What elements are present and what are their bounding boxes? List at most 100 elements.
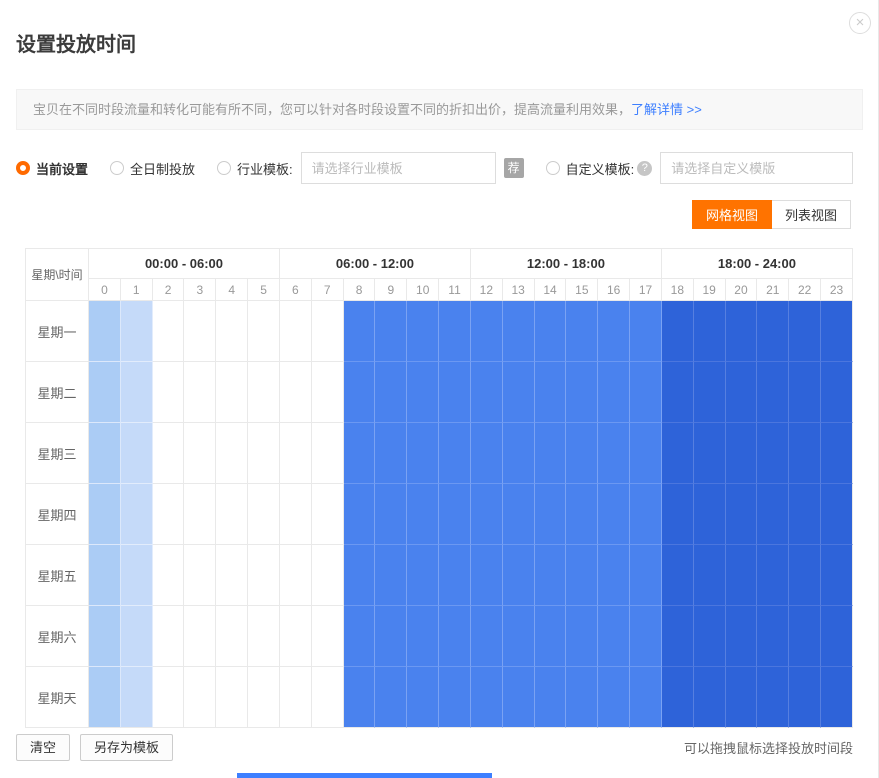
schedule-cell[interactable] bbox=[694, 484, 726, 545]
schedule-cell[interactable] bbox=[344, 362, 376, 423]
radio-unselected-icon[interactable] bbox=[217, 161, 231, 175]
schedule-cell[interactable] bbox=[312, 301, 344, 362]
schedule-cell[interactable] bbox=[598, 667, 630, 728]
schedule-cell[interactable] bbox=[471, 423, 503, 484]
schedule-cell[interactable] bbox=[694, 606, 726, 667]
schedule-cell[interactable] bbox=[821, 545, 853, 606]
schedule-cell[interactable] bbox=[630, 606, 662, 667]
schedule-cell[interactable] bbox=[312, 606, 344, 667]
schedule-cell[interactable] bbox=[344, 301, 376, 362]
schedule-cell[interactable] bbox=[535, 545, 567, 606]
schedule-cell[interactable] bbox=[407, 545, 439, 606]
schedule-cell[interactable] bbox=[757, 606, 789, 667]
schedule-cell[interactable] bbox=[471, 667, 503, 728]
radio-option-custom[interactable]: 自定义模板: ? bbox=[546, 159, 653, 178]
schedule-cell[interactable] bbox=[216, 362, 248, 423]
schedule-cell[interactable] bbox=[630, 362, 662, 423]
schedule-cell[interactable] bbox=[630, 667, 662, 728]
radio-option-fullday[interactable]: 全日制投放 bbox=[110, 159, 195, 178]
schedule-cell[interactable] bbox=[439, 545, 471, 606]
schedule-cell[interactable] bbox=[248, 667, 280, 728]
schedule-cell[interactable] bbox=[184, 301, 216, 362]
schedule-cell[interactable] bbox=[598, 423, 630, 484]
schedule-cell[interactable] bbox=[375, 606, 407, 667]
schedule-cell[interactable] bbox=[503, 362, 535, 423]
schedule-cell[interactable] bbox=[89, 484, 121, 545]
schedule-cell[interactable] bbox=[821, 484, 853, 545]
schedule-cell[interactable] bbox=[153, 301, 185, 362]
schedule-cell[interactable] bbox=[694, 667, 726, 728]
schedule-cell[interactable] bbox=[375, 362, 407, 423]
schedule-cell[interactable] bbox=[407, 667, 439, 728]
schedule-cell[interactable] bbox=[630, 484, 662, 545]
industry-template-input[interactable] bbox=[301, 152, 496, 184]
schedule-cell[interactable] bbox=[439, 484, 471, 545]
schedule-cell[interactable] bbox=[407, 362, 439, 423]
schedule-cell[interactable] bbox=[344, 667, 376, 728]
schedule-cell[interactable] bbox=[312, 362, 344, 423]
close-icon[interactable]: × bbox=[849, 12, 871, 34]
schedule-cell[interactable] bbox=[789, 667, 821, 728]
schedule-cell[interactable] bbox=[726, 606, 758, 667]
radio-option-industry[interactable]: 行业模板: bbox=[217, 159, 293, 178]
schedule-cell[interactable] bbox=[662, 362, 694, 423]
schedule-cell[interactable] bbox=[407, 301, 439, 362]
schedule-cell[interactable] bbox=[503, 423, 535, 484]
schedule-cell[interactable] bbox=[503, 301, 535, 362]
radio-unselected-icon[interactable] bbox=[546, 161, 560, 175]
schedule-cell[interactable] bbox=[757, 301, 789, 362]
schedule-cell[interactable] bbox=[535, 301, 567, 362]
schedule-cell[interactable] bbox=[439, 362, 471, 423]
schedule-cell[interactable] bbox=[89, 545, 121, 606]
schedule-cell[interactable] bbox=[121, 301, 153, 362]
schedule-cell[interactable] bbox=[535, 362, 567, 423]
schedule-cell[interactable] bbox=[694, 362, 726, 423]
schedule-cell[interactable] bbox=[662, 667, 694, 728]
schedule-cell[interactable] bbox=[503, 484, 535, 545]
schedule-cell[interactable] bbox=[662, 545, 694, 606]
schedule-cell[interactable] bbox=[280, 423, 312, 484]
schedule-cell[interactable] bbox=[121, 667, 153, 728]
schedule-cell[interactable] bbox=[216, 606, 248, 667]
schedule-cell[interactable] bbox=[248, 484, 280, 545]
schedule-cell[interactable] bbox=[184, 606, 216, 667]
schedule-cell[interactable] bbox=[598, 606, 630, 667]
schedule-cell[interactable] bbox=[375, 545, 407, 606]
schedule-cell[interactable] bbox=[694, 301, 726, 362]
schedule-cell[interactable] bbox=[312, 484, 344, 545]
schedule-cell[interactable] bbox=[726, 301, 758, 362]
schedule-cell[interactable] bbox=[598, 545, 630, 606]
schedule-cell[interactable] bbox=[375, 484, 407, 545]
schedule-cell[interactable] bbox=[216, 545, 248, 606]
notice-link[interactable]: 了解详情 >> bbox=[631, 102, 702, 117]
schedule-cell[interactable] bbox=[757, 362, 789, 423]
schedule-cell[interactable] bbox=[375, 667, 407, 728]
schedule-cell[interactable] bbox=[121, 484, 153, 545]
schedule-cell[interactable] bbox=[153, 362, 185, 423]
schedule-cell[interactable] bbox=[344, 606, 376, 667]
schedule-cell[interactable] bbox=[153, 484, 185, 545]
schedule-cell[interactable] bbox=[312, 423, 344, 484]
schedule-cell[interactable] bbox=[789, 484, 821, 545]
schedule-cell[interactable] bbox=[566, 484, 598, 545]
schedule-cell[interactable] bbox=[630, 423, 662, 484]
schedule-cell[interactable] bbox=[789, 301, 821, 362]
schedule-cell[interactable] bbox=[535, 484, 567, 545]
schedule-cell[interactable] bbox=[216, 423, 248, 484]
grid-view-button[interactable]: 网格视图 bbox=[692, 200, 772, 229]
schedule-cell[interactable] bbox=[248, 606, 280, 667]
schedule-cell[interactable] bbox=[535, 606, 567, 667]
schedule-cell[interactable] bbox=[789, 545, 821, 606]
schedule-cell[interactable] bbox=[121, 362, 153, 423]
list-view-button[interactable]: 列表视图 bbox=[772, 200, 851, 229]
schedule-cell[interactable] bbox=[89, 362, 121, 423]
schedule-cell[interactable] bbox=[153, 606, 185, 667]
schedule-cell[interactable] bbox=[407, 606, 439, 667]
schedule-cell[interactable] bbox=[757, 423, 789, 484]
schedule-cell[interactable] bbox=[184, 423, 216, 484]
schedule-cell[interactable] bbox=[344, 545, 376, 606]
schedule-cell[interactable] bbox=[694, 423, 726, 484]
schedule-cell[interactable] bbox=[503, 545, 535, 606]
radio-option-current[interactable]: 当前设置 bbox=[16, 159, 88, 178]
schedule-cell[interactable] bbox=[471, 606, 503, 667]
